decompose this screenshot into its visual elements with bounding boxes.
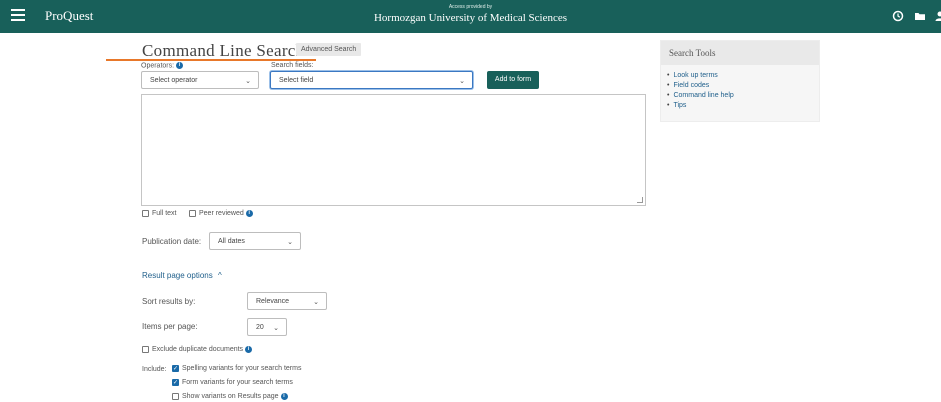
- operator-select[interactable]: Select operator ⌄: [141, 71, 259, 89]
- full-text-checkbox[interactable]: [142, 210, 149, 217]
- user-icon[interactable]: [934, 10, 941, 22]
- spelling-variants-option[interactable]: ✓ Spelling variants for your search term…: [172, 365, 301, 372]
- peer-reviewed-checkbox[interactable]: [189, 210, 196, 217]
- result-page-options-toggle[interactable]: Result page options ^: [142, 271, 222, 280]
- show-variants-checkbox[interactable]: [172, 393, 179, 400]
- items-per-page-select[interactable]: 20 ⌄: [247, 318, 287, 336]
- info-icon[interactable]: i: [245, 210, 253, 217]
- command-line-help-link[interactable]: Command line help: [667, 91, 819, 101]
- publication-date-label: Publication date:: [142, 237, 202, 246]
- field-select[interactable]: Select field ⌄: [270, 71, 473, 89]
- form-variants-checkbox[interactable]: ✓: [172, 379, 179, 386]
- institution-name: Hormozgan University of Medical Sciences: [373, 12, 568, 24]
- history-icon[interactable]: [892, 10, 904, 22]
- info-icon[interactable]: i: [176, 62, 184, 69]
- search-tools-panel: Search Tools Look up terms Field codes C…: [660, 40, 820, 122]
- chevron-down-icon: ⌄: [459, 78, 465, 85]
- search-tools-list: Look up terms Field codes Command line h…: [661, 65, 819, 111]
- chevron-down-icon: ⌄: [287, 239, 293, 246]
- chevron-up-icon: ^: [217, 271, 222, 280]
- advanced-search-link[interactable]: Advanced Search: [296, 43, 362, 56]
- page-title: Command Line Search: [142, 41, 305, 60]
- folder-icon[interactable]: [914, 10, 926, 22]
- peer-reviewed-option[interactable]: Peer reviewed i: [189, 210, 253, 217]
- access-note: Access provided by: [448, 4, 493, 10]
- search-fields-label: Search fields:: [271, 62, 314, 69]
- publication-date-select[interactable]: All dates ⌄: [209, 232, 301, 250]
- chevron-down-icon: ⌄: [313, 299, 319, 306]
- form-variants-option[interactable]: ✓ Form variants for your search terms: [172, 379, 293, 386]
- exclude-duplicates-option[interactable]: Exclude duplicate documents i: [142, 346, 253, 353]
- spelling-variants-checkbox[interactable]: ✓: [172, 365, 179, 372]
- query-textarea[interactable]: [141, 94, 646, 206]
- sort-label: Sort results by:: [142, 297, 196, 306]
- chevron-down-icon: ⌄: [273, 325, 279, 332]
- include-label: Include:: [142, 366, 167, 373]
- look-up-terms-link[interactable]: Look up terms: [667, 71, 819, 81]
- tips-link[interactable]: Tips: [667, 101, 819, 111]
- add-to-form-button[interactable]: Add to form: [487, 71, 539, 89]
- items-per-page-label: Items per page:: [142, 322, 198, 331]
- field-codes-link[interactable]: Field codes: [667, 81, 819, 91]
- operators-label: Operators: i: [141, 62, 184, 69]
- exclude-duplicates-checkbox[interactable]: [142, 346, 149, 353]
- chevron-down-icon: ⌄: [245, 78, 251, 85]
- full-text-option[interactable]: Full text: [142, 210, 177, 217]
- info-icon[interactable]: i: [280, 393, 288, 400]
- sort-select[interactable]: Relevance ⌄: [247, 292, 327, 310]
- search-tools-title: Search Tools: [661, 41, 819, 65]
- top-bar: ProQuest Access provided by Hormozgan Un…: [0, 0, 941, 33]
- resize-handle-icon[interactable]: [637, 197, 643, 203]
- info-icon[interactable]: i: [245, 346, 253, 353]
- show-variants-option[interactable]: Show variants on Results page i: [172, 393, 288, 400]
- title-accent-bar: [106, 59, 316, 61]
